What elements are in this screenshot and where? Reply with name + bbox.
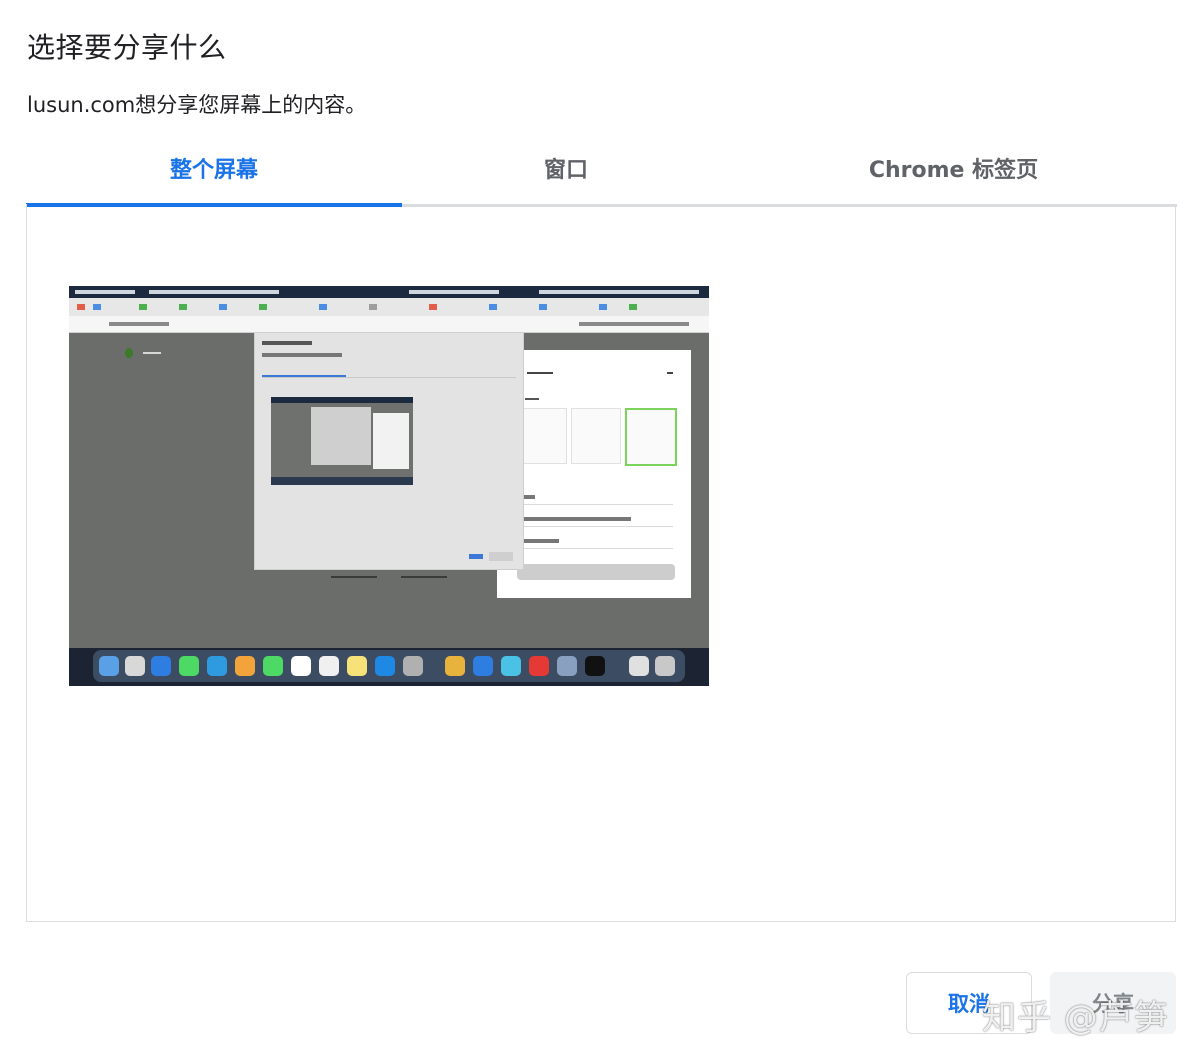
dialog-title: 选择要分享什么 [27, 31, 227, 64]
share-button[interactable]: 分享 [1050, 972, 1176, 1034]
tab-window[interactable]: 窗口 [402, 148, 730, 204]
thumb-browser-tabs [69, 298, 709, 316]
tab-chrome-tab[interactable]: Chrome 标签页 [730, 148, 1177, 204]
thumb-app-name [143, 352, 161, 354]
thumb-dock [93, 650, 685, 682]
dialog-subtitle: lusun.com想分享您屏幕上的内容。 [27, 93, 367, 117]
source-tabs: 整个屏幕 窗口 Chrome 标签页 [26, 148, 1177, 207]
tab-entire-screen[interactable]: 整个屏幕 [26, 148, 402, 207]
screen-thumbnail[interactable] [69, 286, 709, 686]
thumb-address-bar [69, 316, 709, 333]
cancel-button[interactable]: 取消 [906, 972, 1032, 1034]
thumb-zoom-panel [497, 350, 691, 598]
source-panel [26, 204, 1176, 922]
thumb-app-logo [125, 348, 133, 358]
thumb-share-dialog [254, 332, 524, 570]
thumb-menubar [69, 286, 709, 298]
